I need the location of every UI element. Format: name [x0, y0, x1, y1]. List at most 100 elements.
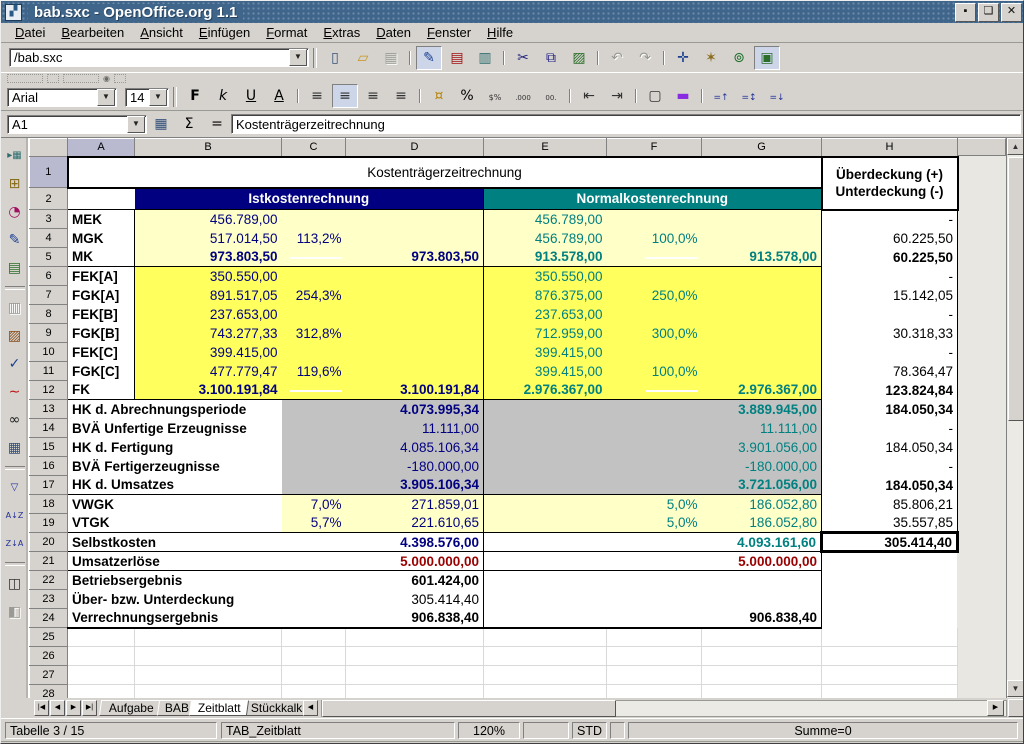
cell-c17[interactable] — [282, 476, 346, 495]
cell-c14[interactable] — [282, 419, 346, 438]
cell-h18[interactable]: 85.806,21 — [822, 495, 958, 514]
cell-empty-27-5[interactable] — [607, 666, 702, 685]
cell-d9[interactable] — [346, 324, 484, 343]
cell-a2[interactable] — [68, 188, 135, 210]
row-header-19[interactable]: 19 — [30, 514, 68, 533]
cell-g14[interactable]: 11.111,00 — [702, 419, 822, 438]
cell-empty-26-6[interactable] — [702, 647, 822, 666]
cell-c15[interactable] — [282, 438, 346, 457]
cell-c8[interactable] — [282, 305, 346, 324]
menu-fenster[interactable]: Fenster — [419, 24, 479, 41]
cell-c5[interactable] — [282, 248, 346, 267]
autospellcheck-button[interactable]: ∼ — [2, 379, 28, 405]
grid-corner[interactable] — [30, 139, 68, 157]
cell-label-13[interactable]: HK d. Abrechnungsperiode — [68, 400, 282, 419]
row-header-4[interactable]: 4 — [30, 229, 68, 248]
align-right-button[interactable]: ≡ — [360, 84, 386, 108]
cell-title[interactable]: Kostenträgerzeitrechnung — [68, 157, 822, 188]
cell-b11[interactable]: 477.779,47 — [135, 362, 282, 381]
row-header-17[interactable]: 17 — [30, 476, 68, 495]
font-color-button[interactable]: A — [266, 84, 292, 108]
url-value[interactable]: /bab.sxc — [10, 50, 289, 65]
bold-button[interactable]: F — [182, 84, 208, 108]
cell-label-20[interactable]: Selbstkosten — [68, 533, 282, 552]
cell-empty-25-7[interactable] — [822, 628, 958, 647]
cell-e23[interactable] — [484, 590, 607, 609]
menu-bearbeiten[interactable]: Bearbeiten — [53, 24, 132, 41]
cell-label-23[interactable]: Über- bzw. Unterdeckung — [68, 590, 282, 609]
row-header-13[interactable]: 13 — [30, 400, 68, 419]
cell-empty-28-7[interactable] — [822, 685, 958, 699]
cell-c18[interactable]: 7,0% — [282, 495, 346, 514]
align-top-button[interactable]: =↑ — [708, 86, 734, 110]
cell-e22[interactable] — [484, 571, 607, 590]
close-button[interactable]: ✕ — [1001, 3, 1022, 22]
cell-f5[interactable] — [607, 248, 702, 267]
sort-descending-button[interactable]: Z↓A — [2, 531, 28, 557]
cell-e19[interactable] — [484, 514, 607, 533]
font-size-value[interactable]: 14 — [126, 90, 149, 105]
row-header-26[interactable]: 26 — [30, 647, 68, 666]
font-name-value[interactable]: Arial — [8, 90, 97, 105]
cell-h14[interactable]: - — [822, 419, 958, 438]
sheet-tab-stückkalk[interactable]: Stückkalk — [243, 700, 309, 716]
cell-h20[interactable]: 305.414,40 — [822, 533, 958, 552]
edit-file-button[interactable]: ✎ — [416, 46, 442, 70]
cell-d7[interactable] — [346, 286, 484, 305]
insert-cells-button[interactable]: ⊞ — [2, 171, 28, 197]
function-wizard-button[interactable]: ▦ — [148, 112, 174, 136]
cell-c21[interactable] — [282, 552, 346, 571]
paste-button[interactable]: ▨ — [566, 46, 592, 70]
cell-c19[interactable]: 5,7% — [282, 514, 346, 533]
cell-label-24[interactable]: Verrechnungsergebnis — [68, 609, 282, 628]
cell-g13[interactable]: 3.889.945,00 — [702, 400, 822, 419]
cell-g9[interactable] — [702, 324, 822, 343]
row-header-3[interactable]: 3 — [30, 210, 68, 229]
cell-empty-28-3[interactable] — [346, 685, 484, 699]
formula-input-value[interactable]: Kostenträgerzeitrechnung — [232, 117, 1020, 132]
first-sheet-button[interactable]: |◀ — [34, 700, 49, 716]
sheet-name[interactable]: TAB_Zeitblatt — [221, 722, 455, 739]
cell-empty-28-1[interactable] — [135, 685, 282, 699]
cell-g6[interactable] — [702, 267, 822, 286]
cell-c13[interactable] — [282, 400, 346, 419]
cell-g18[interactable]: 186.052,80 — [702, 495, 822, 514]
cell-label-17[interactable]: HK d. Umsatzes — [68, 476, 282, 495]
cell-b8[interactable]: 237.653,00 — [135, 305, 282, 324]
cell-empty-28-4[interactable] — [484, 685, 607, 699]
row-header-6[interactable]: 6 — [30, 267, 68, 286]
theme-selection-button[interactable]: ▨ — [2, 323, 28, 349]
cell-g5[interactable]: 913.578,00 — [702, 248, 822, 267]
menu-format[interactable]: Format — [258, 24, 315, 41]
cell-d10[interactable] — [346, 343, 484, 362]
vertical-scrollbar[interactable]: ▲ ▼ — [1006, 138, 1024, 698]
insert-object-button[interactable]: ◔ — [2, 199, 28, 225]
increase-indent-button[interactable]: ⇥ — [604, 84, 630, 108]
cell-g11[interactable] — [702, 362, 822, 381]
cell-h12[interactable]: 123.824,84 — [822, 381, 958, 400]
row-header-23[interactable]: 23 — [30, 590, 68, 609]
cell-empty-25-6[interactable] — [702, 628, 822, 647]
page-style-field[interactable] — [523, 722, 569, 739]
cell-empty-27-7[interactable] — [822, 666, 958, 685]
row-header-24[interactable]: 24 — [30, 609, 68, 628]
cell-f22[interactable] — [607, 571, 702, 590]
name-box-dropdown-icon[interactable]: ▼ — [127, 116, 145, 133]
cell-h16[interactable]: - — [822, 457, 958, 476]
cell-e4[interactable]: 456.789,00 — [484, 229, 607, 248]
cell-h22[interactable] — [822, 571, 958, 590]
cell-d19[interactable]: 221.610,65 — [346, 514, 484, 533]
cell-f24[interactable] — [607, 609, 702, 628]
cell-empty-28-5[interactable] — [607, 685, 702, 699]
row-header-7[interactable]: 7 — [30, 286, 68, 305]
url-combobox[interactable]: /bab.sxc ▼ — [9, 48, 309, 67]
cell-c9[interactable]: 312,8% — [282, 324, 346, 343]
row-header-8[interactable]: 8 — [30, 305, 68, 324]
cell-empty-25-0[interactable] — [68, 628, 135, 647]
vertical-scrollbar-thumb[interactable] — [1008, 157, 1024, 421]
cell-c23[interactable] — [282, 590, 346, 609]
menu-daten[interactable]: Daten — [368, 24, 419, 41]
delete-decimal-button[interactable]: 00. — [538, 86, 564, 110]
cell-empty-27-0[interactable] — [68, 666, 135, 685]
cell-empty-25-4[interactable] — [484, 628, 607, 647]
